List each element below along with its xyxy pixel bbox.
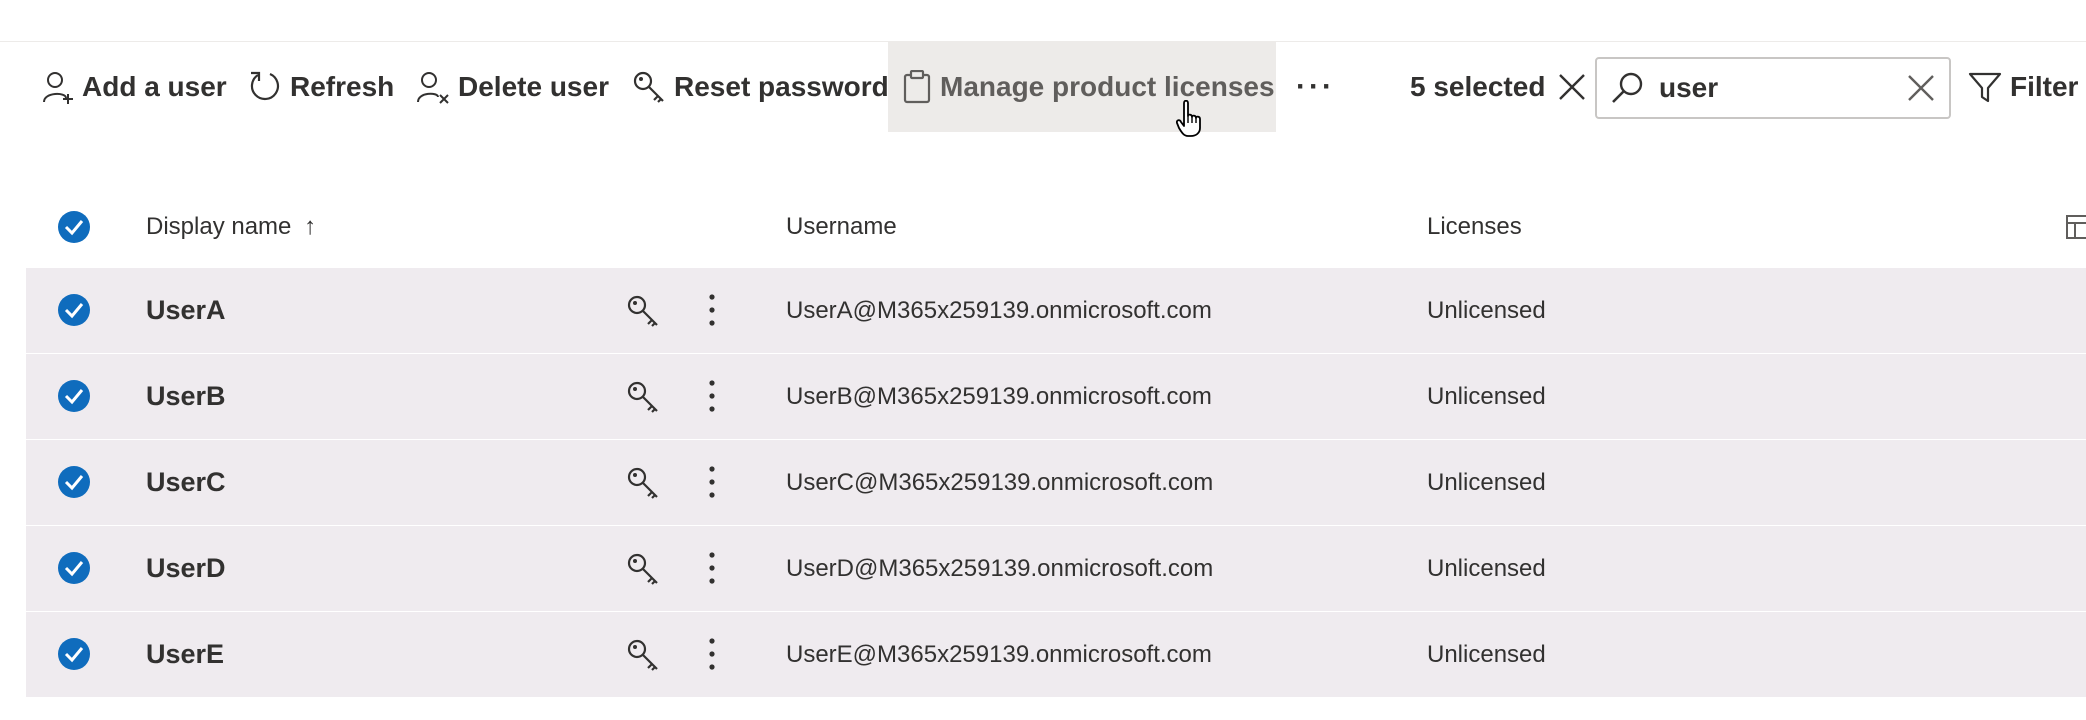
more-actions-button[interactable]: ··· — [1296, 42, 1335, 132]
licenses-cell: Unlicensed — [1427, 555, 1546, 582]
display-name-cell[interactable]: UserB — [146, 354, 226, 439]
checkmark-icon — [64, 389, 84, 405]
hand-pointer-icon — [1176, 100, 1201, 137]
table-row[interactable]: UserC UserC@M365x259139.onmicrosoft.com Un… — [26, 440, 2086, 527]
search-icon — [1612, 72, 1643, 103]
display-name-cell[interactable]: UserC — [146, 440, 226, 525]
more-vertical-icon[interactable] — [708, 636, 716, 672]
clipboard-icon — [903, 70, 931, 104]
display-name-cell[interactable]: UserA — [146, 268, 226, 353]
row-checkbox[interactable] — [58, 380, 90, 412]
key-icon[interactable] — [626, 380, 660, 414]
more-vertical-icon[interactable] — [708, 292, 716, 328]
filter-label: Filter — [2010, 71, 2079, 102]
licenses-cell: Unlicensed — [1427, 297, 1546, 324]
checkmark-icon — [64, 647, 84, 663]
reset-password-button[interactable]: Reset password — [632, 42, 889, 132]
table-row[interactable]: UserB UserB@M365x259139.onmicrosoft.com Un… — [26, 354, 2086, 441]
table-row[interactable]: UserD UserD@M365x259139.onmicrosoft.com Un… — [26, 526, 2086, 613]
licenses-cell: Unlicensed — [1427, 383, 1546, 410]
column-options-icon[interactable] — [2066, 212, 2086, 242]
username-cell: UserA@M365x259139.onmicrosoft.com — [786, 297, 1212, 324]
more-vertical-icon[interactable] — [708, 464, 716, 500]
delete-user-icon — [417, 72, 449, 104]
refresh-button[interactable]: Refresh — [248, 42, 394, 132]
checkmark-icon — [64, 475, 84, 491]
add-user-icon — [43, 72, 73, 104]
display-name-header-label: Display name — [146, 213, 292, 240]
column-header-username[interactable]: Username — [786, 190, 897, 264]
filter-button[interactable]: Filter — [1968, 42, 2078, 132]
manage-product-licenses-button[interactable]: Manage product licenses — [888, 42, 1276, 132]
key-icon[interactable] — [626, 294, 660, 328]
refresh-icon — [250, 71, 280, 101]
clear-search-icon[interactable] — [1907, 74, 1935, 102]
table-row[interactable]: UserE UserE@M365x259139.onmicrosoft.com Un… — [26, 612, 2086, 699]
key-icon — [633, 71, 664, 103]
column-header-display-name[interactable]: Display name ↑ — [146, 190, 316, 264]
username-cell: UserC@M365x259139.onmicrosoft.com — [786, 469, 1214, 496]
display-name-cell[interactable]: UserE — [146, 612, 224, 697]
more-vertical-icon[interactable] — [708, 550, 716, 586]
more-vertical-icon[interactable] — [708, 378, 716, 414]
licenses-cell: Unlicensed — [1427, 469, 1546, 496]
table-row[interactable]: UserA UserA@M365x259139.onmicrosoft.com Un… — [26, 268, 2086, 355]
reset-password-label: Reset password — [674, 71, 889, 102]
row-checkbox[interactable] — [58, 294, 90, 326]
manage-licenses-label: Manage product licenses — [940, 71, 1275, 102]
username-cell: UserE@M365x259139.onmicrosoft.com — [786, 641, 1212, 668]
more-icon: ··· — [1296, 70, 1335, 103]
refresh-label: Refresh — [290, 71, 395, 102]
checkmark-icon — [64, 303, 84, 319]
row-checkbox[interactable] — [58, 552, 90, 584]
delete-user-button[interactable]: Delete user — [416, 42, 609, 132]
selected-count: 5 selected — [1410, 71, 1546, 102]
add-user-label: Add a user — [82, 71, 227, 102]
row-checkbox[interactable] — [58, 638, 90, 670]
select-all-checkbox[interactable] — [58, 211, 90, 243]
grid-header: Display name ↑ Username Licenses — [26, 190, 2086, 264]
key-icon[interactable] — [626, 638, 660, 672]
close-icon[interactable] — [1557, 72, 1587, 102]
delete-user-label: Delete user — [458, 71, 609, 102]
sort-ascending-icon: ↑ — [304, 213, 317, 240]
column-header-licenses[interactable]: Licenses — [1427, 190, 1522, 264]
selection-summary: 5 selected — [1410, 42, 1587, 132]
display-name-cell[interactable]: UserD — [146, 526, 226, 611]
row-checkbox[interactable] — [58, 466, 90, 498]
search-box[interactable]: user — [1595, 57, 1951, 119]
checkmark-icon — [64, 561, 84, 577]
search-input[interactable]: user — [1659, 72, 1893, 104]
filter-icon — [1968, 72, 2002, 103]
command-bar: Add a user Refresh Delete user Reset pas… — [0, 42, 2086, 132]
licenses-cell: Unlicensed — [1427, 641, 1546, 668]
key-icon[interactable] — [626, 552, 660, 586]
username-cell: UserB@M365x259139.onmicrosoft.com — [786, 383, 1212, 410]
add-user-button[interactable]: Add a user — [42, 42, 227, 132]
key-icon[interactable] — [626, 466, 660, 500]
checkmark-icon — [64, 220, 84, 236]
username-cell: UserD@M365x259139.onmicrosoft.com — [786, 555, 1214, 582]
